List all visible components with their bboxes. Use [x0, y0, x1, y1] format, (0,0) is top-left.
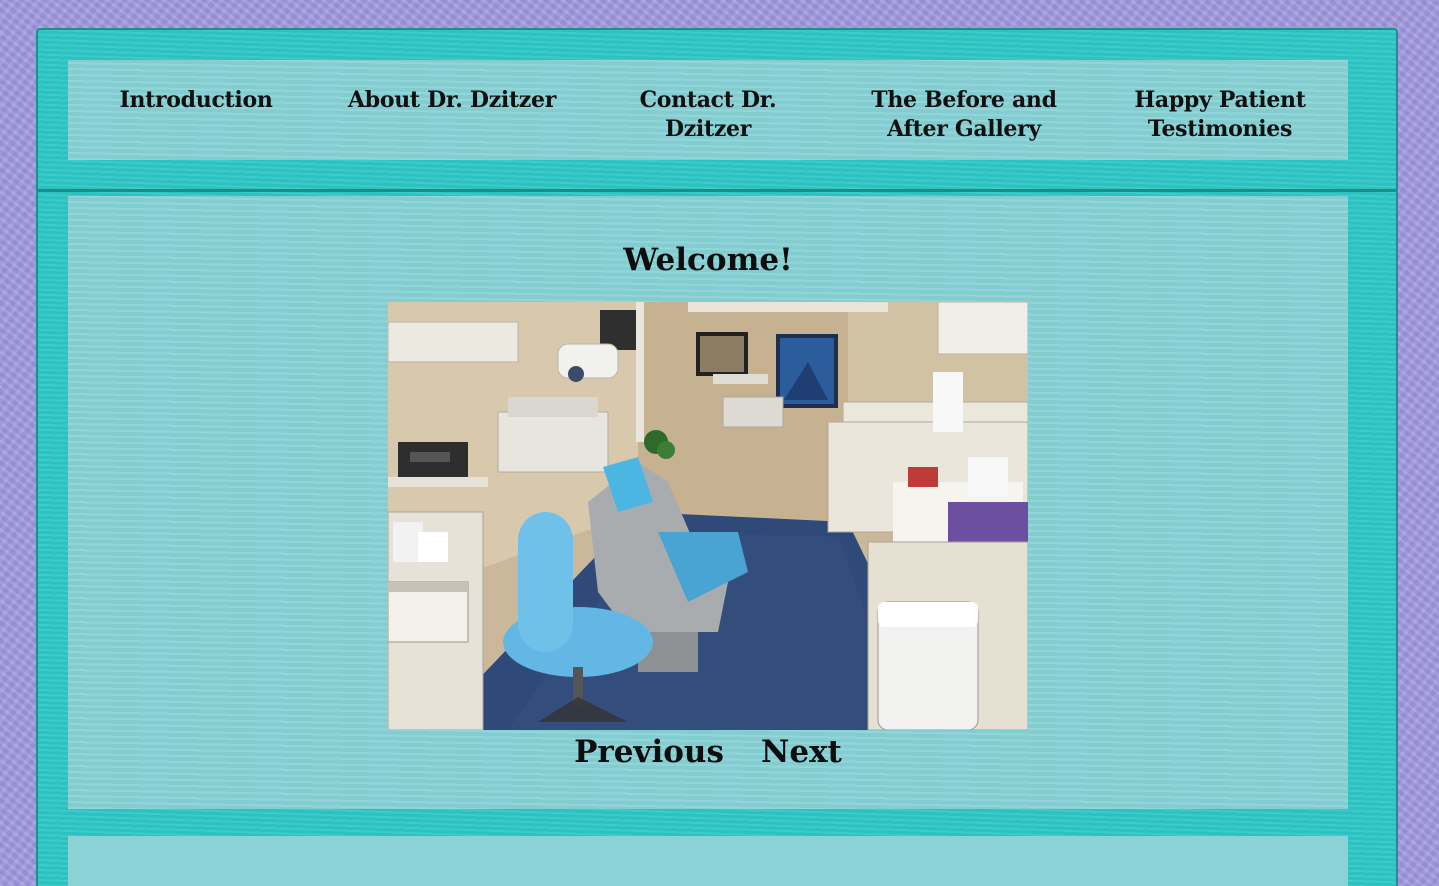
- footer-panel: [68, 836, 1348, 886]
- nav-item-gallery[interactable]: The Before and After Gallery: [836, 60, 1092, 160]
- previous-button[interactable]: Previous: [574, 730, 724, 774]
- nav-item-label: Introduction: [119, 87, 273, 113]
- slideshow-controls: Previous Next: [68, 730, 1348, 774]
- nav-item-label: Contact Dr. Dzitzer: [639, 87, 777, 142]
- nav-item-contact[interactable]: Contact Dr. Dzitzer: [580, 60, 836, 160]
- page-title: Welcome!: [623, 242, 793, 278]
- dental-operatory-photo: [388, 302, 1028, 730]
- nav-item-label: Happy Patient Testimonies: [1134, 87, 1306, 142]
- header-band: Introduction About Dr. Dzitzer Contact D…: [38, 30, 1396, 192]
- slideshow-image: [388, 302, 1028, 730]
- nav-item-label: The Before and After Gallery: [871, 87, 1057, 142]
- page-frame: Introduction About Dr. Dzitzer Contact D…: [36, 28, 1398, 886]
- nav-item-introduction[interactable]: Introduction: [68, 60, 324, 160]
- nav-item-label: About Dr. Dzitzer: [348, 87, 556, 113]
- next-button[interactable]: Next: [761, 730, 842, 774]
- nav-item-about[interactable]: About Dr. Dzitzer: [324, 60, 580, 160]
- content-panel: Welcome! Previous Next: [68, 196, 1348, 809]
- nav-item-testimonies[interactable]: Happy Patient Testimonies: [1092, 60, 1348, 160]
- main-navigation: Introduction About Dr. Dzitzer Contact D…: [68, 60, 1348, 160]
